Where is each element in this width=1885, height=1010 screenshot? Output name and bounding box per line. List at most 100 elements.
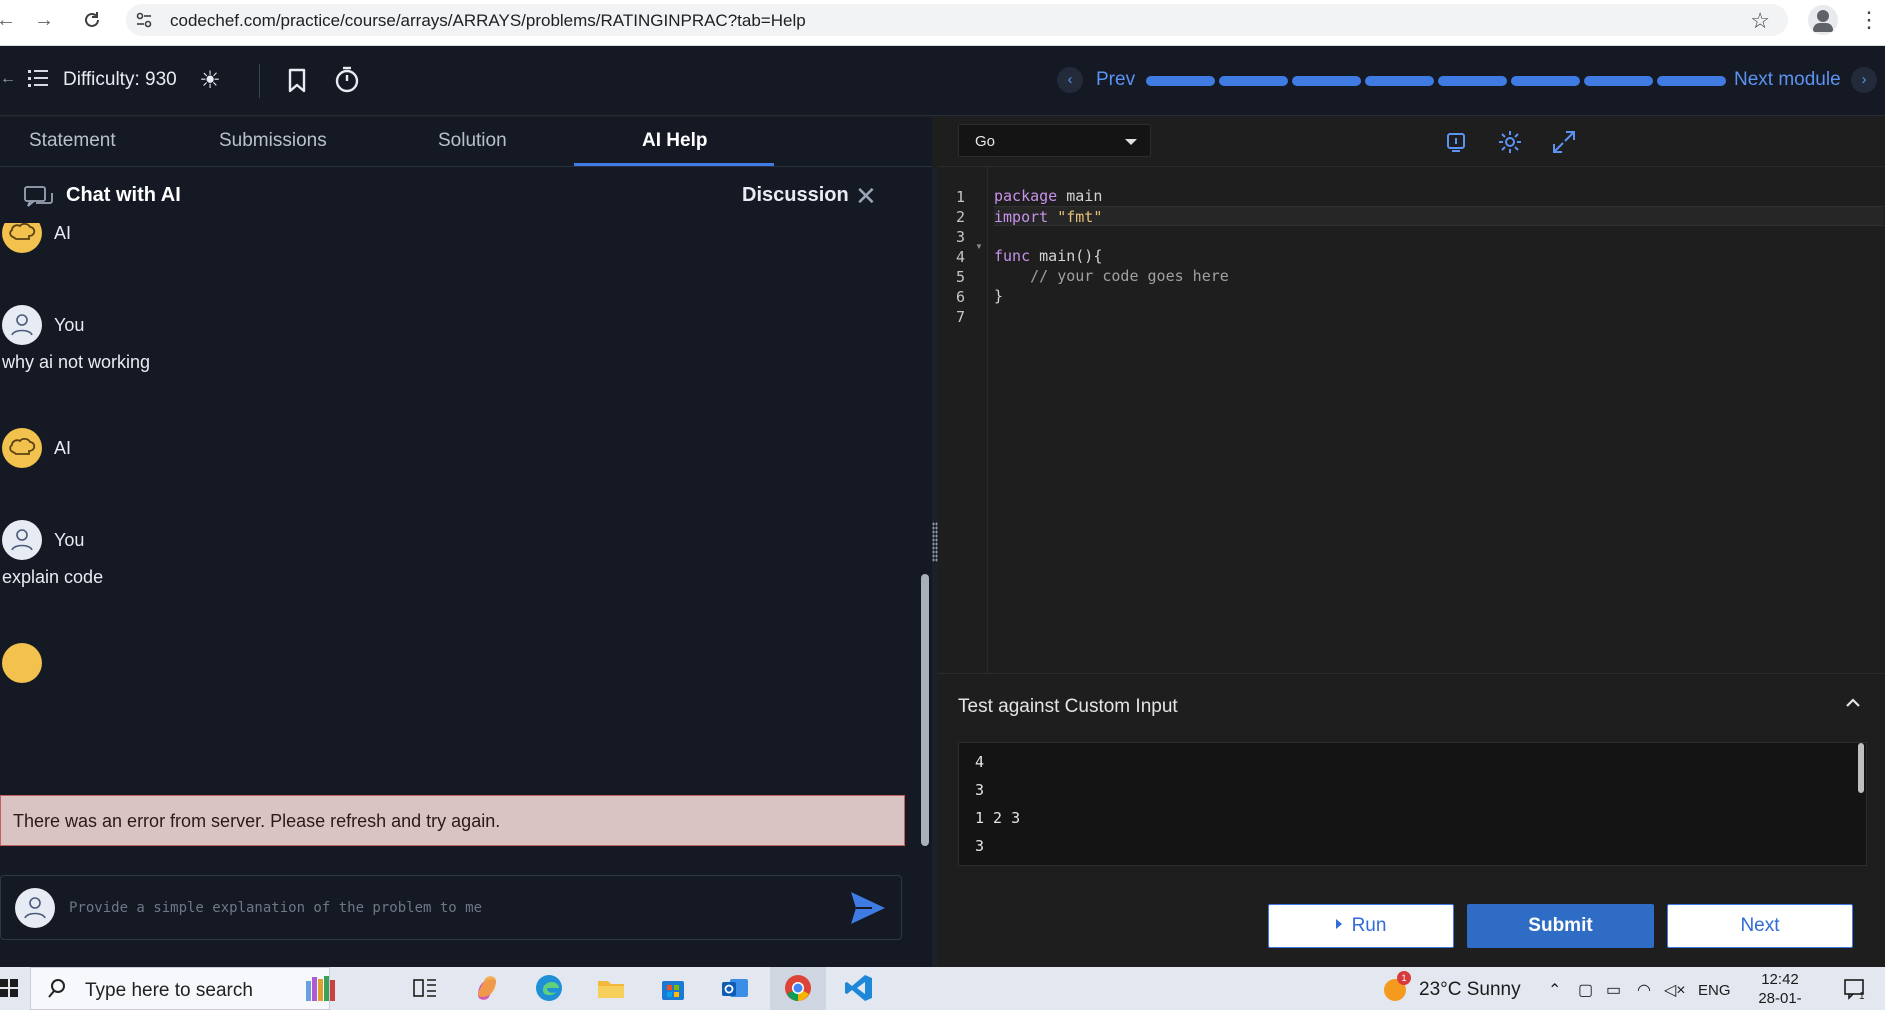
difficulty-value: 930 — [145, 69, 177, 90]
line-number: 2 — [956, 208, 966, 226]
message-text: explain code — [2, 567, 104, 587]
code-editor[interactable]: package main import "fmt" func main(){ /… — [994, 167, 1884, 723]
progress-segment[interactable] — [1584, 76, 1653, 86]
problem-list-icon[interactable] — [28, 70, 48, 88]
widgets-icon[interactable] — [300, 973, 335, 1003]
theme-toggle-sun-icon[interactable]: ☀ — [196, 67, 224, 95]
forward-icon[interactable]: → — [30, 6, 58, 34]
chat-bubbles-icon — [24, 185, 56, 209]
progress-segment[interactable] — [1365, 76, 1434, 86]
active-tab-indicator — [574, 163, 774, 166]
chat-header: Chat with AI Discussion ✕ — [0, 167, 932, 223]
progress-segment[interactable] — [1657, 76, 1726, 86]
bookmark-icon[interactable] — [286, 68, 308, 94]
taskbar-search[interactable]: Type here to search — [30, 967, 330, 1010]
input-scrollbar[interactable] — [1858, 743, 1864, 793]
clock[interactable]: 12:42 28-01-2025 — [1744, 970, 1816, 1010]
custom-input-header[interactable]: Test against Custom Input — [938, 673, 1885, 739]
file-explorer-icon[interactable] — [596, 973, 626, 1003]
progress-segment[interactable] — [1511, 76, 1580, 86]
play-icon — [1335, 919, 1342, 929]
weather-text[interactable]: 23°C Sunny — [1419, 979, 1521, 1001]
chevron-up-icon[interactable] — [1844, 694, 1862, 712]
run-button[interactable]: Run — [1268, 904, 1454, 948]
progress-segment[interactable] — [1146, 76, 1215, 86]
meet-now-icon[interactable]: ▢ — [1578, 980, 1593, 1000]
sender-name: You — [54, 530, 85, 550]
send-icon[interactable] — [849, 890, 887, 926]
tab-ai-help[interactable]: AI Help — [642, 130, 707, 152]
code-token: // your code goes here — [1030, 267, 1229, 285]
back-icon[interactable]: ← — [0, 6, 20, 34]
settings-gear-icon[interactable] — [1497, 129, 1523, 155]
chat-message-input[interactable] — [69, 894, 829, 922]
chevron-up-icon[interactable]: ⌃ — [1548, 980, 1561, 1000]
copilot-icon[interactable] — [472, 973, 502, 1003]
module-progress-bar — [1146, 76, 1726, 86]
edge-browser-icon[interactable] — [534, 973, 564, 1003]
wifi-icon[interactable]: ◠ — [1637, 980, 1651, 1000]
task-view-icon[interactable] — [410, 973, 440, 1003]
site-settings-icon[interactable] — [135, 11, 153, 29]
next-chevron-icon[interactable]: › — [1851, 67, 1877, 93]
profile-avatar-icon[interactable] — [1808, 5, 1838, 35]
reload-icon[interactable] — [78, 6, 106, 34]
progress-segment[interactable] — [1219, 76, 1288, 86]
fullscreen-icon[interactable] — [1551, 129, 1577, 155]
progress-segment[interactable] — [1292, 76, 1361, 86]
tab-statement[interactable]: Statement — [29, 130, 116, 152]
code-panel: Go 1 2 3 4 ▼ 5 6 7 package main import "… — [938, 117, 1885, 967]
chrome-icon[interactable] — [783, 973, 813, 1003]
progress-segment[interactable] — [1438, 76, 1507, 86]
input-language[interactable]: ENG — [1698, 982, 1731, 999]
header-divider — [259, 64, 260, 98]
code-token: main — [1057, 187, 1103, 205]
next-button[interactable]: Next — [1667, 904, 1853, 948]
line-number: 7 — [956, 308, 966, 326]
microsoft-store-icon[interactable] — [658, 973, 688, 1003]
notifications-icon[interactable]: 1 — [1843, 977, 1867, 1002]
close-icon[interactable]: ✕ — [855, 181, 877, 212]
timer-icon[interactable] — [333, 66, 361, 94]
code-token: package — [994, 187, 1058, 205]
browser-menu-icon[interactable]: ⋮ — [1858, 6, 1880, 34]
outlook-icon[interactable] — [720, 973, 750, 1003]
address-bar[interactable]: codechef.com/practice/course/arrays/ARRA… — [126, 4, 1788, 36]
volume-muted-icon[interactable]: ◁× — [1664, 980, 1686, 1000]
windows-start-icon[interactable] — [0, 979, 18, 997]
back-arrow-icon[interactable]: ← — [0, 70, 16, 88]
vscode-icon[interactable] — [844, 973, 874, 1003]
code-line: // your code goes here — [994, 266, 1884, 286]
code-line: } — [994, 286, 1884, 306]
run-label: Run — [1351, 915, 1387, 936]
message-text: why ai not working — [2, 352, 151, 372]
prev-link[interactable]: Prev — [1096, 69, 1135, 91]
code-token: } — [994, 287, 1004, 305]
bookmark-star-icon[interactable]: ☆ — [1750, 8, 1770, 34]
browser-toolbar: ← → codechef.com/practice/course/arrays/… — [0, 0, 1885, 46]
search-placeholder: Type here to search — [85, 980, 253, 1001]
discussion-link[interactable]: Discussion — [742, 184, 849, 207]
url-text[interactable]: codechef.com/practice/course/arrays/ARRA… — [170, 11, 806, 31]
reset-code-icon[interactable] — [1443, 129, 1469, 155]
submit-button[interactable]: Submit — [1467, 904, 1654, 948]
chat-scrollbar[interactable] — [921, 574, 929, 846]
prev-chevron-icon[interactable]: ‹ — [1057, 67, 1083, 93]
search-icon — [47, 978, 67, 1000]
code-line-current: import "fmt" — [994, 206, 1884, 226]
problem-header: ← Difficulty: 930 ☀ ‹ Prev Next module › — [0, 46, 1885, 116]
fold-arrow-icon[interactable]: ▼ — [975, 242, 983, 251]
language-select[interactable]: Go — [958, 124, 1151, 157]
next-module-link[interactable]: Next module — [1734, 69, 1841, 91]
tab-solution[interactable]: Solution — [438, 130, 507, 152]
battery-icon[interactable]: ▭ — [1606, 980, 1621, 1000]
chat-title: Chat with AI — [66, 184, 181, 206]
chat-messages[interactable]: AI You why ai not working AI You explain… — [0, 223, 920, 759]
tab-submissions[interactable]: Submissions — [219, 130, 327, 152]
input-line: 3 — [975, 837, 985, 855]
custom-input-textarea[interactable]: 4 3 1 2 3 3 — [958, 742, 1867, 866]
line-number: 5 — [956, 268, 966, 286]
